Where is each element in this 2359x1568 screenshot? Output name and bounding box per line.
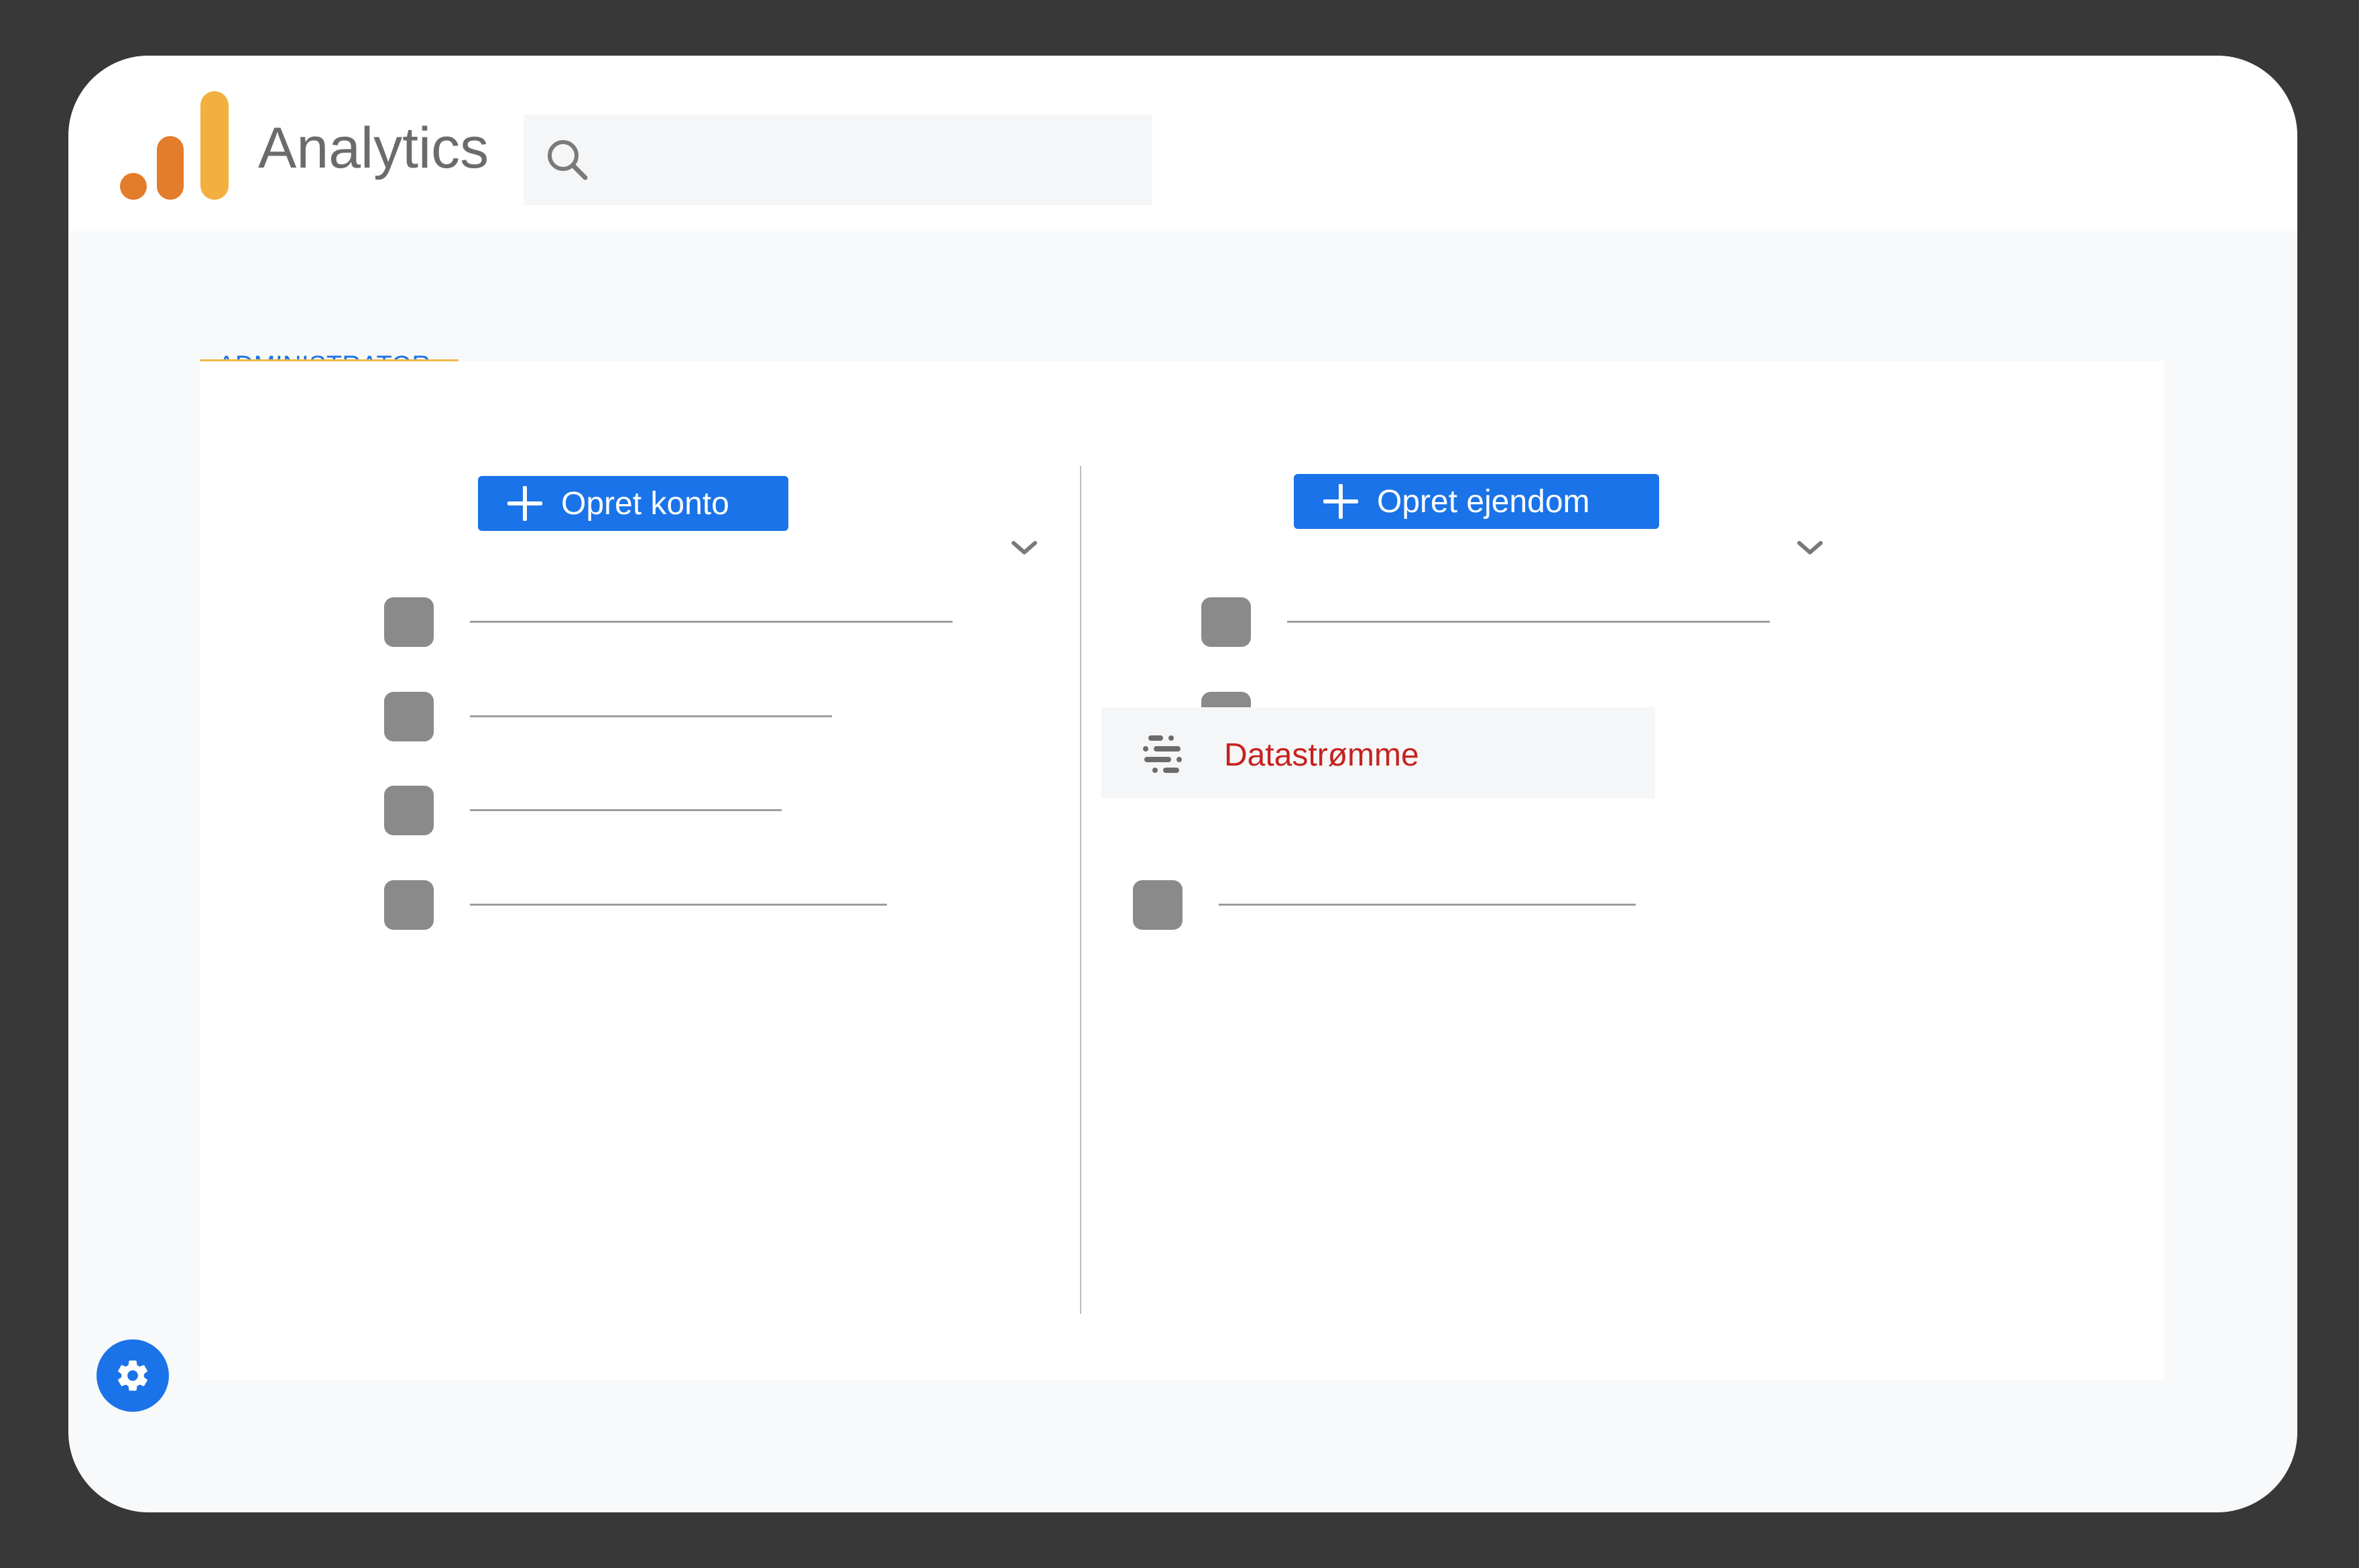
column-divider xyxy=(1080,466,1081,1314)
search-input[interactable] xyxy=(524,115,1152,205)
data-streams-item[interactable]: Datastrømme xyxy=(1101,707,1655,798)
top-bar: Analytics xyxy=(68,56,2297,231)
placeholder-square-icon xyxy=(384,597,434,647)
create-account-label: Opret konto xyxy=(561,485,729,522)
device-frame: Analytics ADMINISTRATOR Opret konto xyxy=(0,0,2359,1568)
data-streams-label: Datastrømme xyxy=(1224,737,1419,773)
admin-panel: Opret konto Opret ejendom xyxy=(200,361,2164,1380)
plus-icon xyxy=(1322,483,1359,520)
placeholder-square-icon xyxy=(384,786,434,835)
create-property-label: Opret ejendom xyxy=(1377,483,1590,520)
chevron-down-icon[interactable] xyxy=(1795,538,1825,558)
app-screen: Analytics ADMINISTRATOR Opret konto xyxy=(68,56,2297,1512)
placeholder-line xyxy=(470,809,782,811)
create-account-button[interactable]: Opret konto xyxy=(478,476,788,531)
placeholder-line xyxy=(470,904,887,906)
placeholder-line xyxy=(1287,621,1770,623)
tab-active-underline xyxy=(200,359,459,361)
chevron-down-icon[interactable] xyxy=(1010,538,1039,558)
placeholder-square-icon xyxy=(384,880,434,930)
plus-icon xyxy=(506,485,544,522)
analytics-logo-icon[interactable] xyxy=(119,91,239,201)
placeholder-square-icon xyxy=(384,692,434,741)
placeholder-square-icon xyxy=(1201,597,1251,647)
placeholder-line xyxy=(470,715,832,717)
gear-icon xyxy=(118,1360,147,1391)
create-property-button[interactable]: Opret ejendom xyxy=(1294,474,1659,529)
settings-button[interactable] xyxy=(97,1339,169,1412)
app-title: Analytics xyxy=(258,116,489,180)
placeholder-line xyxy=(1219,904,1636,906)
search-icon xyxy=(548,140,588,180)
placeholder-line xyxy=(470,621,953,623)
data-streams-icon xyxy=(1143,735,1182,773)
placeholder-square-icon xyxy=(1133,880,1183,930)
